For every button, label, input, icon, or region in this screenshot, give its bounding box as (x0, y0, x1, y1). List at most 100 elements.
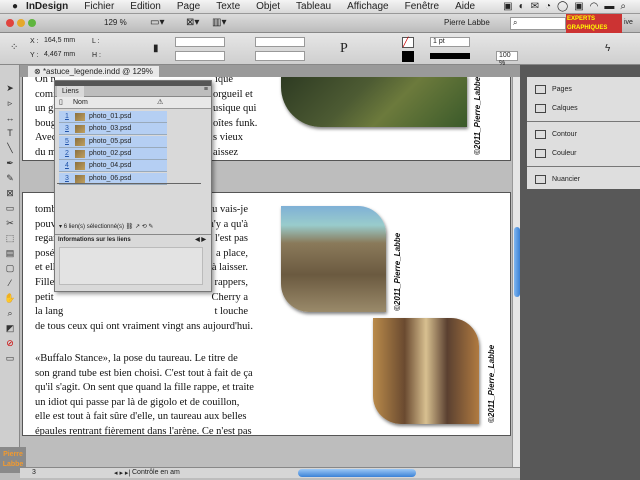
eyedropper-tool-icon[interactable]: ⁄ (4, 277, 16, 289)
x-field[interactable]: 164,5 mm (42, 37, 92, 47)
menu-aide[interactable]: Aide (455, 1, 475, 12)
menu-texte[interactable]: Texte (216, 1, 240, 12)
horizontal-scroll-thumb[interactable] (298, 469, 416, 477)
link-name: photo_01.psd (89, 113, 132, 120)
links-tab[interactable]: Liens (57, 86, 84, 97)
link-page-number[interactable]: 4 (65, 160, 69, 172)
photo-03[interactable] (373, 318, 479, 424)
hand-tool-icon[interactable]: ✋ (4, 292, 16, 304)
menu-page[interactable]: Page (177, 1, 200, 12)
menu-indesign[interactable]: InDesign (26, 1, 68, 12)
menu-affichage[interactable]: Affichage (347, 1, 389, 12)
free-transform-tool-icon[interactable]: ⬚ (4, 232, 16, 244)
preview-mode-icon[interactable]: ⊘ (4, 337, 16, 349)
panel-pages[interactable]: Pages (535, 85, 572, 94)
scale-x-field[interactable] (175, 37, 225, 47)
link-thumbnail (75, 137, 85, 146)
close-tab-icon[interactable]: ⊗ (34, 67, 43, 76)
link-row[interactable]: 4 photo_04.psd (59, 160, 167, 173)
text-line-fragment: a place, (215, 247, 248, 259)
panel-label: Calques (552, 105, 578, 112)
zoom-window-button[interactable] (28, 19, 36, 27)
screen-mode-icon[interactable]: ▭ (4, 352, 16, 364)
page-column-icon[interactable]: ▯ (59, 97, 63, 109)
search-input[interactable]: ⌕ (510, 17, 566, 30)
link-page-number[interactable]: 1 (65, 111, 69, 123)
shear-field[interactable] (255, 51, 305, 61)
text-line: qu'il s'agit. On sent que quand la fille… (35, 382, 254, 394)
zoom-tool-icon[interactable]: ⌕ (4, 307, 16, 319)
gradient-tool-icon[interactable]: ▤ (4, 247, 16, 259)
view-options-icon[interactable]: ▭▾ (150, 17, 164, 28)
gap-tool-icon[interactable]: ↔ (4, 112, 16, 124)
menu-tableau[interactable]: Tableau (296, 1, 331, 12)
user-menu[interactable]: Pierre Labbe (444, 18, 490, 27)
link-page-number[interactable]: 5 (65, 136, 69, 148)
pen-tool-icon[interactable]: ✒ (4, 157, 16, 169)
note-tool-icon[interactable]: ▢ (4, 262, 16, 274)
reference-point-icon[interactable]: ⁘ (10, 42, 18, 53)
apple-icon[interactable]: ● (12, 1, 18, 12)
quick-apply-icon[interactable]: ϟ (605, 43, 610, 54)
close-window-button[interactable] (6, 19, 14, 27)
direct-selection-tool-icon[interactable]: ▹ (4, 97, 16, 109)
link-row[interactable]: 1 photo_01.psd (59, 111, 167, 123)
minimize-window-button[interactable] (17, 19, 25, 27)
zoom-level-dropdown[interactable]: 129 % (104, 18, 127, 27)
selection-tool-icon[interactable]: ➤ (4, 82, 16, 94)
link-action-icons[interactable]: ⛓ ↗ ⟲ ✎ (126, 224, 154, 230)
y-field[interactable]: 4,467 mm (42, 51, 92, 61)
document-tab[interactable]: ⊗ *astuce_legende.indd @ 129% (28, 66, 159, 77)
panel-couleur[interactable]: Couleur (535, 149, 577, 158)
fill-stroke-icon[interactable]: ◩ (4, 322, 16, 334)
link-page-number[interactable]: 2 (65, 148, 69, 160)
panel-nuancier[interactable]: Nuancier (535, 175, 580, 184)
line-tool-icon[interactable]: ╲ (4, 142, 16, 154)
rectangle-frame-tool-icon[interactable]: ⊠ (4, 187, 16, 199)
text-line: un idiot qui passe par là de gigolo et d… (35, 396, 240, 408)
status-icons[interactable]: ▣◐✉◔◯▣◠▬⌕ (503, 1, 632, 12)
stroke-weight-field[interactable]: 1 pt (430, 37, 470, 47)
preflight-dropdown[interactable]: Contrôle en am (132, 469, 180, 476)
photo-01[interactable] (281, 77, 467, 127)
text-line: de tous ceux qui ont vraiment vingt ans … (35, 320, 253, 332)
link-row[interactable]: 3 photo_03.psd (59, 123, 167, 136)
link-page-number[interactable]: 3 (65, 123, 69, 135)
link-info-header[interactable]: Informations sur les liens ◀ ▶ (55, 234, 211, 244)
workspace-label[interactable]: ive (624, 19, 633, 26)
status-column-icon[interactable]: ⚠ (157, 97, 163, 109)
page-number-field[interactable]: 3 (32, 469, 36, 476)
experts-graphiques-logo: EXPERTS GRAPHIQUES (566, 14, 622, 33)
stroke-type-dropdown[interactable] (430, 53, 470, 59)
menu-edition[interactable]: Edition (130, 1, 161, 12)
paragraph-icon[interactable]: P (340, 41, 348, 57)
menu-fenetre[interactable]: Fenêtre (405, 1, 439, 12)
photo-02[interactable] (281, 206, 386, 312)
link-row[interactable]: 2 photo_02.psd (59, 147, 167, 160)
opacity-field[interactable]: 100 % (496, 51, 518, 67)
link-info-nav-icons[interactable]: ◀ ▶ (195, 235, 206, 245)
constrain-proportions-icon[interactable]: ▮ (153, 43, 159, 54)
type-tool-icon[interactable]: T (4, 127, 16, 139)
stroke-swatch[interactable] (402, 51, 414, 62)
name-column-header[interactable]: Nom (73, 97, 88, 109)
rectangle-tool-icon[interactable]: ▭ (4, 202, 16, 214)
menu-fichier[interactable]: Fichier (84, 1, 114, 12)
text-line-fragment: pouv (35, 218, 56, 230)
panel-menu-icon[interactable]: ≡ (204, 86, 208, 93)
text-line-fragment: ique (215, 77, 234, 85)
screen-mode-icon[interactable]: ⊠▾ (186, 17, 199, 28)
panel-calques[interactable]: Calques (535, 104, 578, 113)
link-row[interactable]: 5 photo_05.psd (59, 135, 167, 148)
page-nav-icons[interactable]: ◂ ▸ ▸| (114, 469, 130, 477)
fill-swatch[interactable]: ╱ (402, 37, 414, 48)
arrange-documents-icon[interactable]: ▥▾ (212, 17, 226, 28)
panel-contour[interactable]: Contour (535, 130, 577, 139)
scissors-tool-icon[interactable]: ✂ (4, 217, 16, 229)
pencil-tool-icon[interactable]: ✎ (4, 172, 16, 184)
scale-y-field[interactable] (175, 51, 225, 61)
y-label: Y : (30, 52, 39, 59)
menu-objet[interactable]: Objet (256, 1, 280, 12)
tools-panel: ➤ ▹ ↔ T ╲ ✒ ✎ ⊠ ▭ ✂ ⬚ ▤ ▢ ⁄ ✋ ⌕ ◩ ⊘ ▭ Pi… (0, 65, 26, 473)
rotation-field[interactable] (255, 37, 305, 47)
